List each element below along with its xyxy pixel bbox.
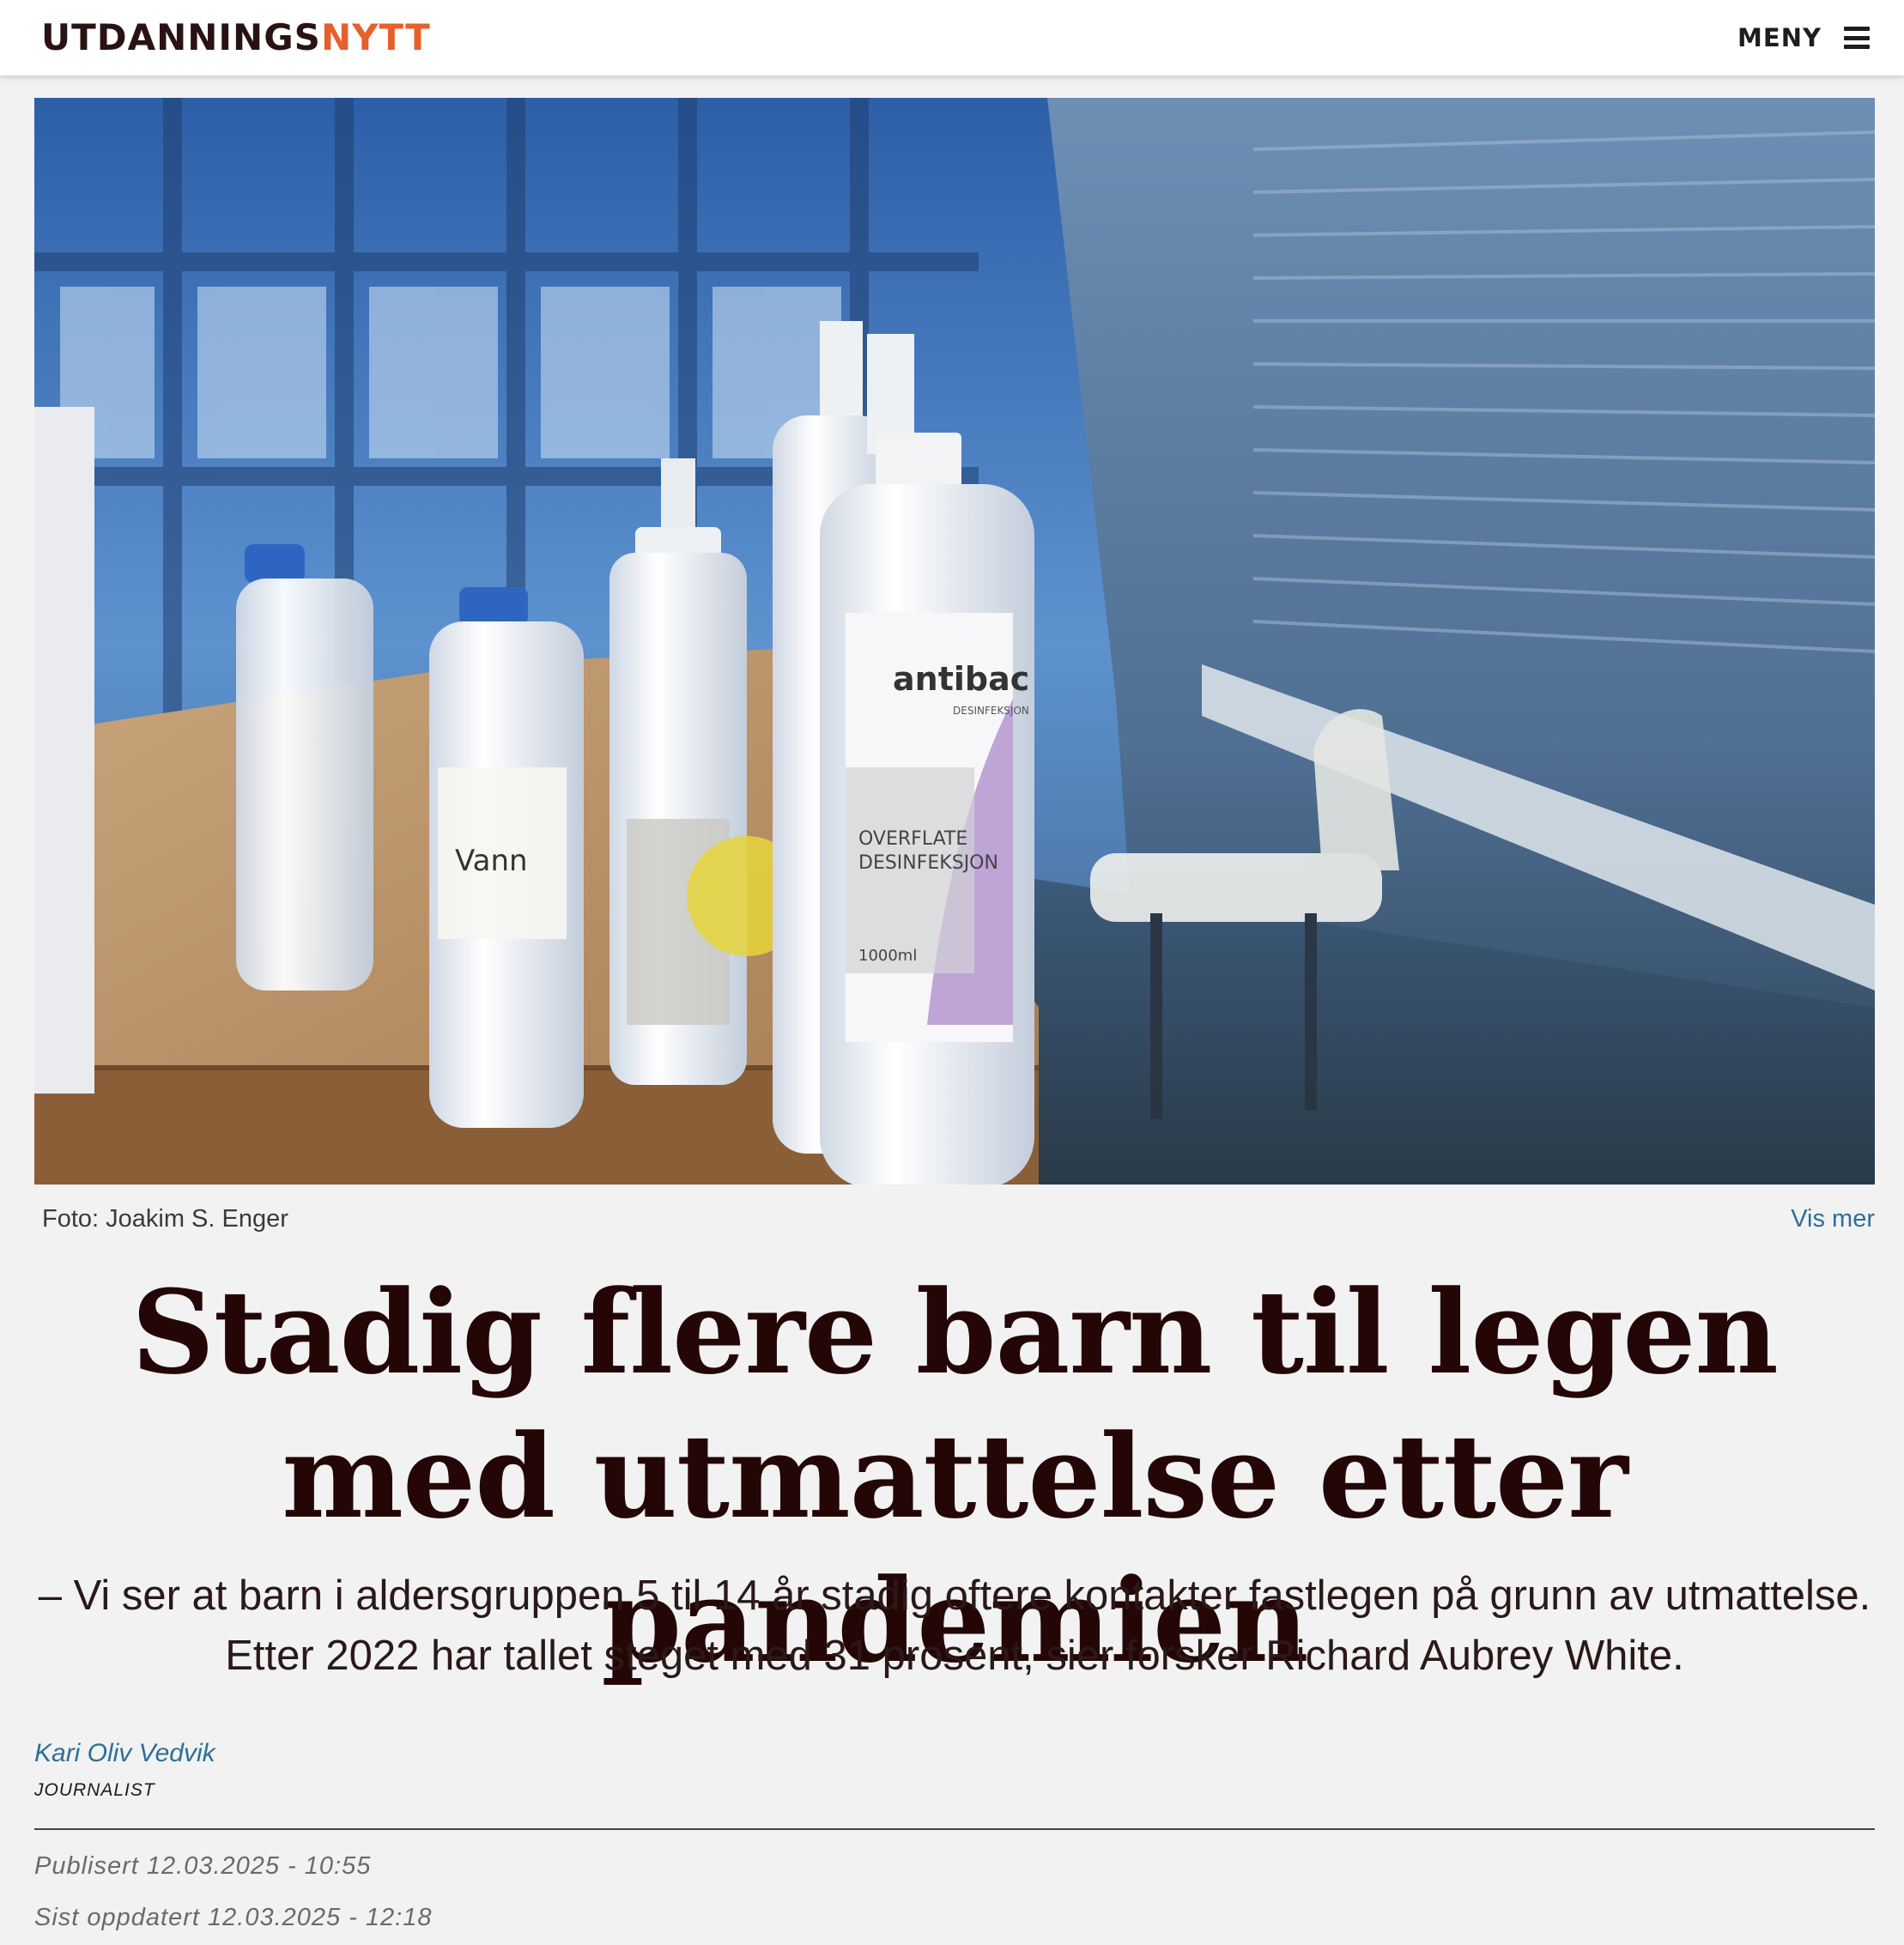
published-timestamp: Publisert 12.03.2025 - 10:55	[34, 1852, 372, 1880]
show-more-link[interactable]: Vis mer	[1791, 1205, 1875, 1233]
site-header: UTDANNINGSNYTT MENY	[0, 0, 1904, 76]
hamburger-icon	[1844, 27, 1870, 49]
hero-image[interactable]: Vann antibac DESINFEKSJON OVERFLATE DESI…	[34, 98, 1875, 1185]
author-role: JOURNALIST	[34, 1780, 155, 1800]
bottle-volume-text: 1000ml	[858, 947, 917, 965]
photo-credit: Foto: Joakim S. Enger	[42, 1205, 288, 1233]
svg-text:Vann: Vann	[455, 844, 528, 878]
article-lead: – Vi ser at barn i aldersgruppen 5 til 1…	[38, 1572, 1871, 1679]
bottle-label-line2: DESINFEKSJON	[858, 852, 998, 874]
menu-button[interactable]: MENY	[1737, 15, 1870, 60]
hero-photo-illustration: Vann antibac DESINFEKSJON OVERFLATE DESI…	[34, 98, 1875, 1185]
logo-text-primary: UTDANNINGS	[41, 16, 321, 58]
menu-label: MENY	[1737, 23, 1822, 52]
bottle-label-line1: OVERFLATE	[858, 828, 967, 850]
author-name-link[interactable]: Kari Oliv Vedvik	[34, 1739, 215, 1768]
logo-text-accent: NYTT	[320, 16, 431, 58]
bottle-brand-text: antibac	[893, 660, 1029, 698]
updated-timestamp: Sist oppdatert 12.03.2025 - 12:18	[34, 1904, 433, 1931]
bottle-brand-sub-text: DESINFEKSJON	[953, 705, 1029, 717]
byline-divider	[34, 1828, 1875, 1830]
site-logo[interactable]: UTDANNINGSNYTT	[41, 12, 431, 64]
